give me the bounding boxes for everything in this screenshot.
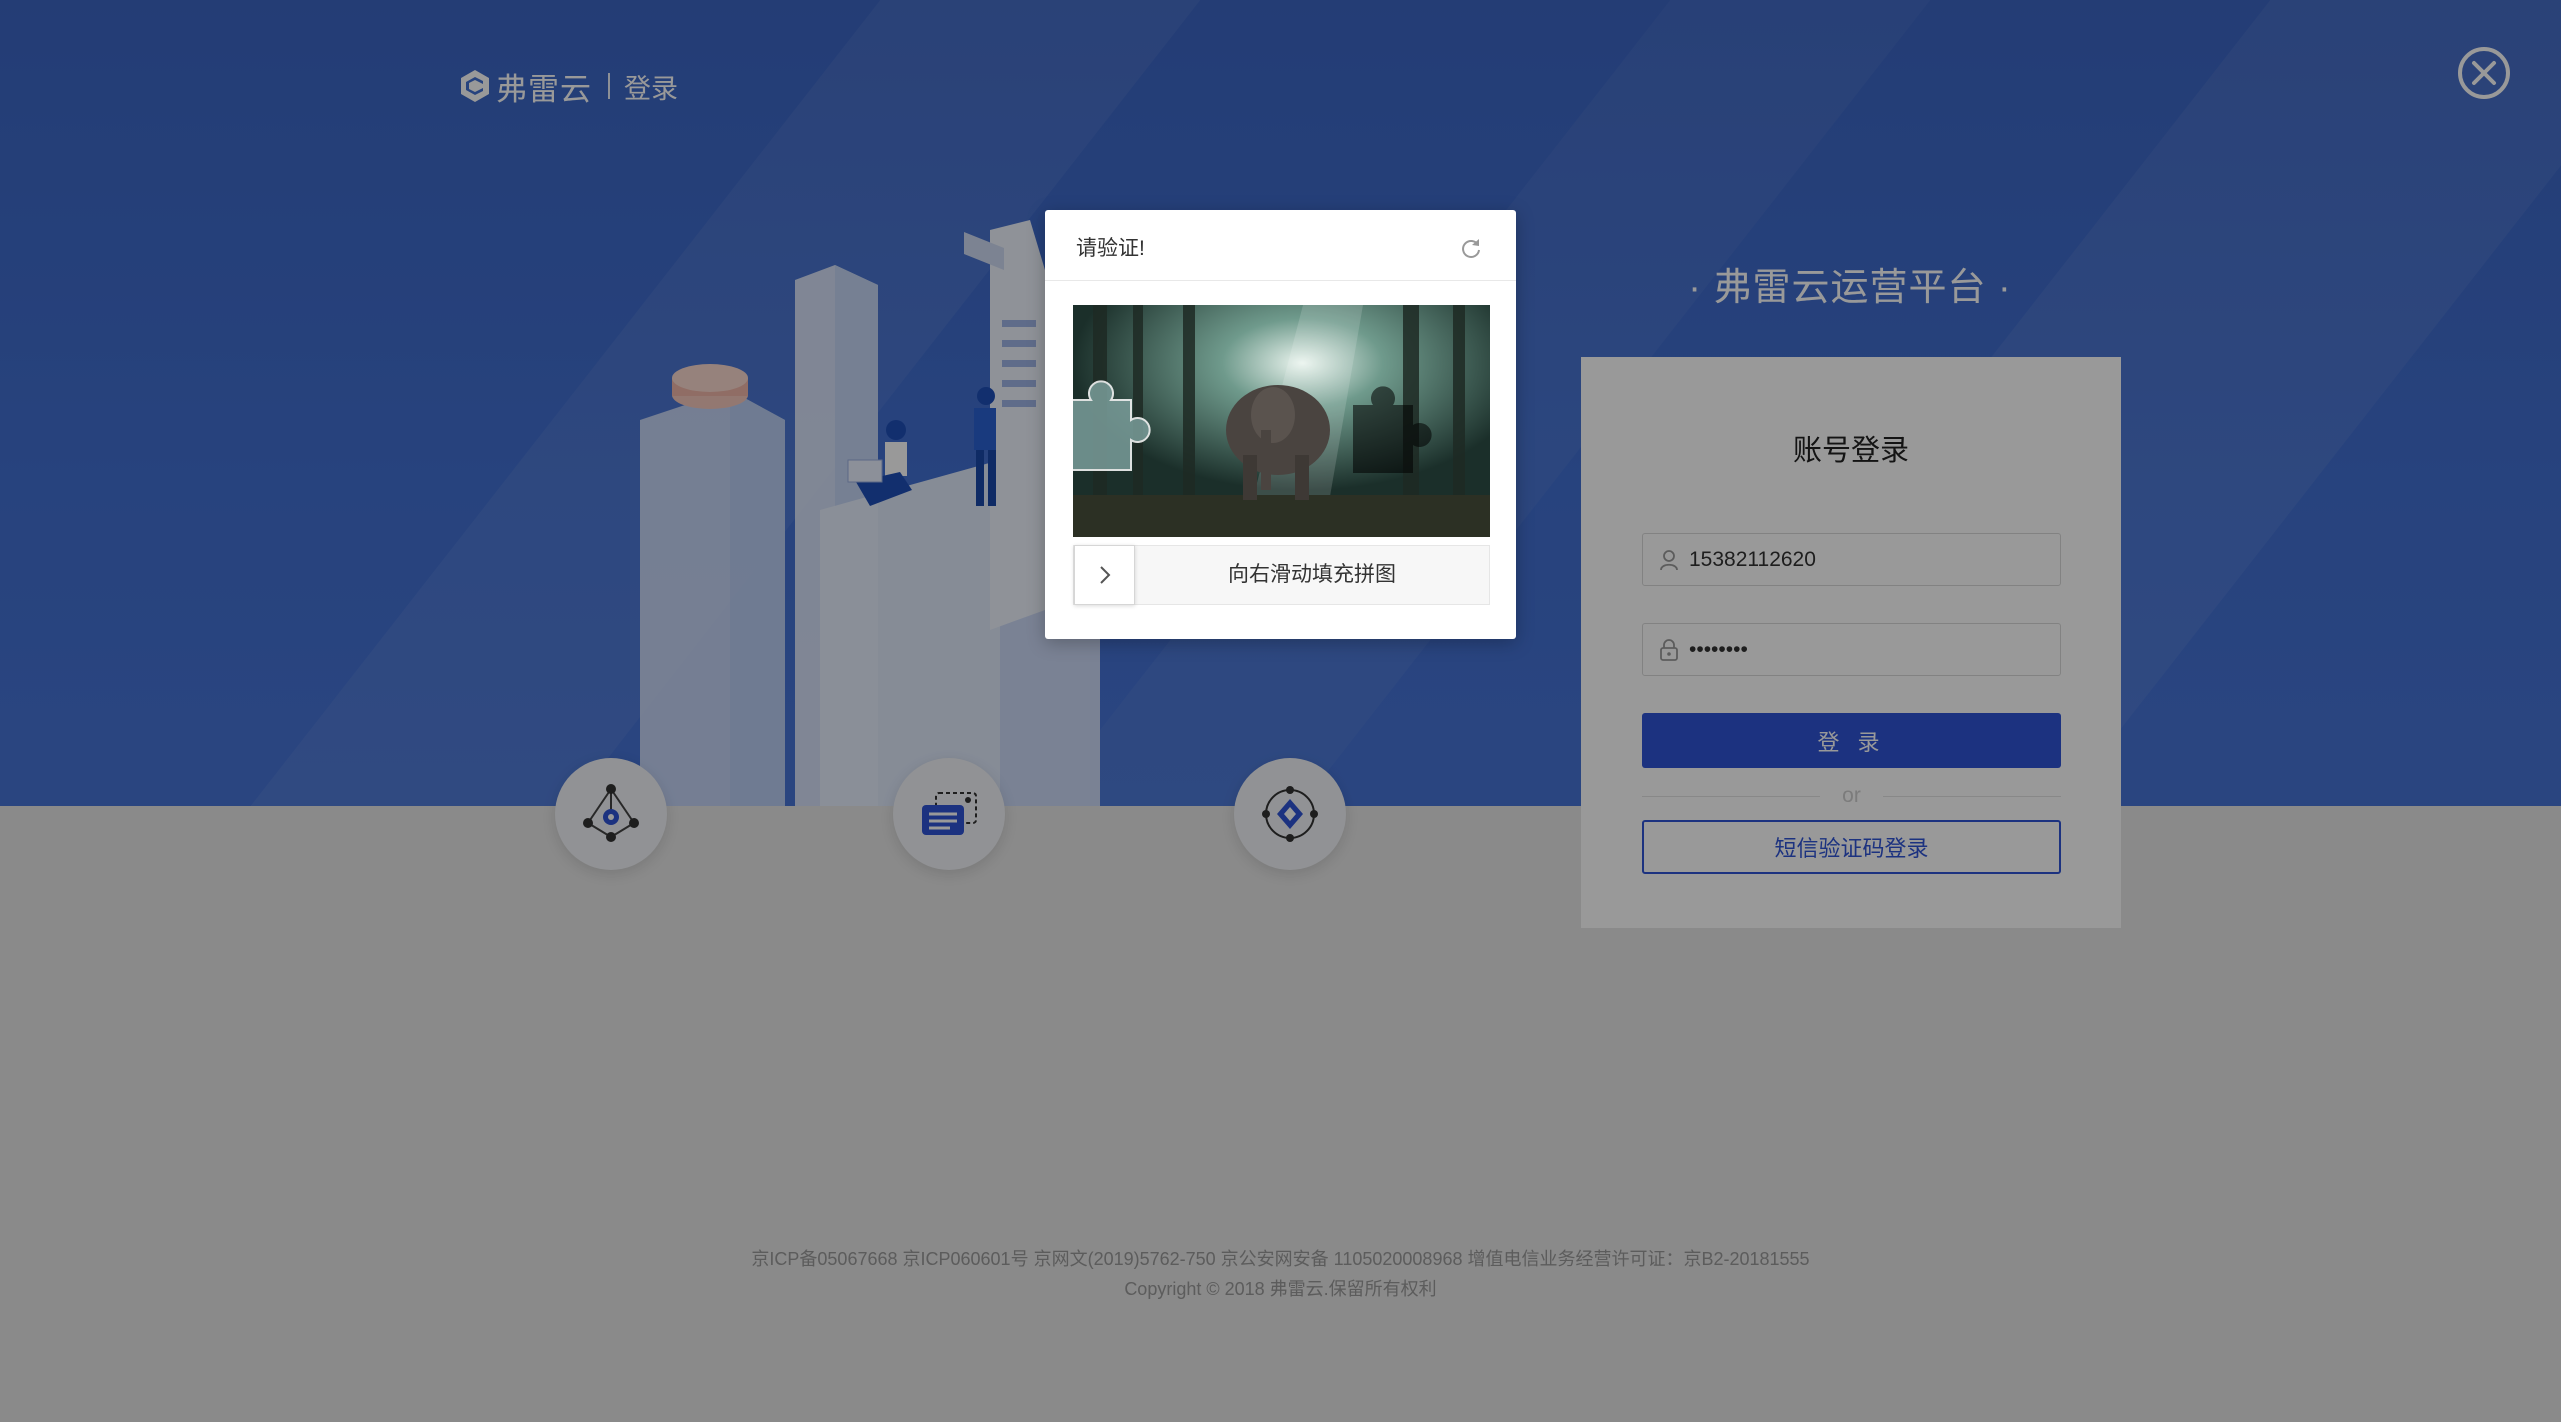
slider-handle[interactable]	[1074, 545, 1135, 605]
captcha-slider-track[interactable]: 向右滑动填充拼图	[1073, 545, 1490, 605]
slider-hint: 向右滑动填充拼图	[1228, 563, 1396, 586]
refresh-icon[interactable]	[1459, 236, 1483, 260]
chevron-right-icon	[1099, 566, 1110, 584]
captcha-header: 请验证!	[1045, 210, 1516, 281]
captcha-title: 请验证!	[1076, 237, 1145, 260]
forest-elephant-image	[1073, 305, 1490, 537]
captcha-puzzle-image	[1073, 305, 1490, 537]
captcha-dialog: 请验证! 向右滑动填充拼图	[1045, 210, 1516, 639]
